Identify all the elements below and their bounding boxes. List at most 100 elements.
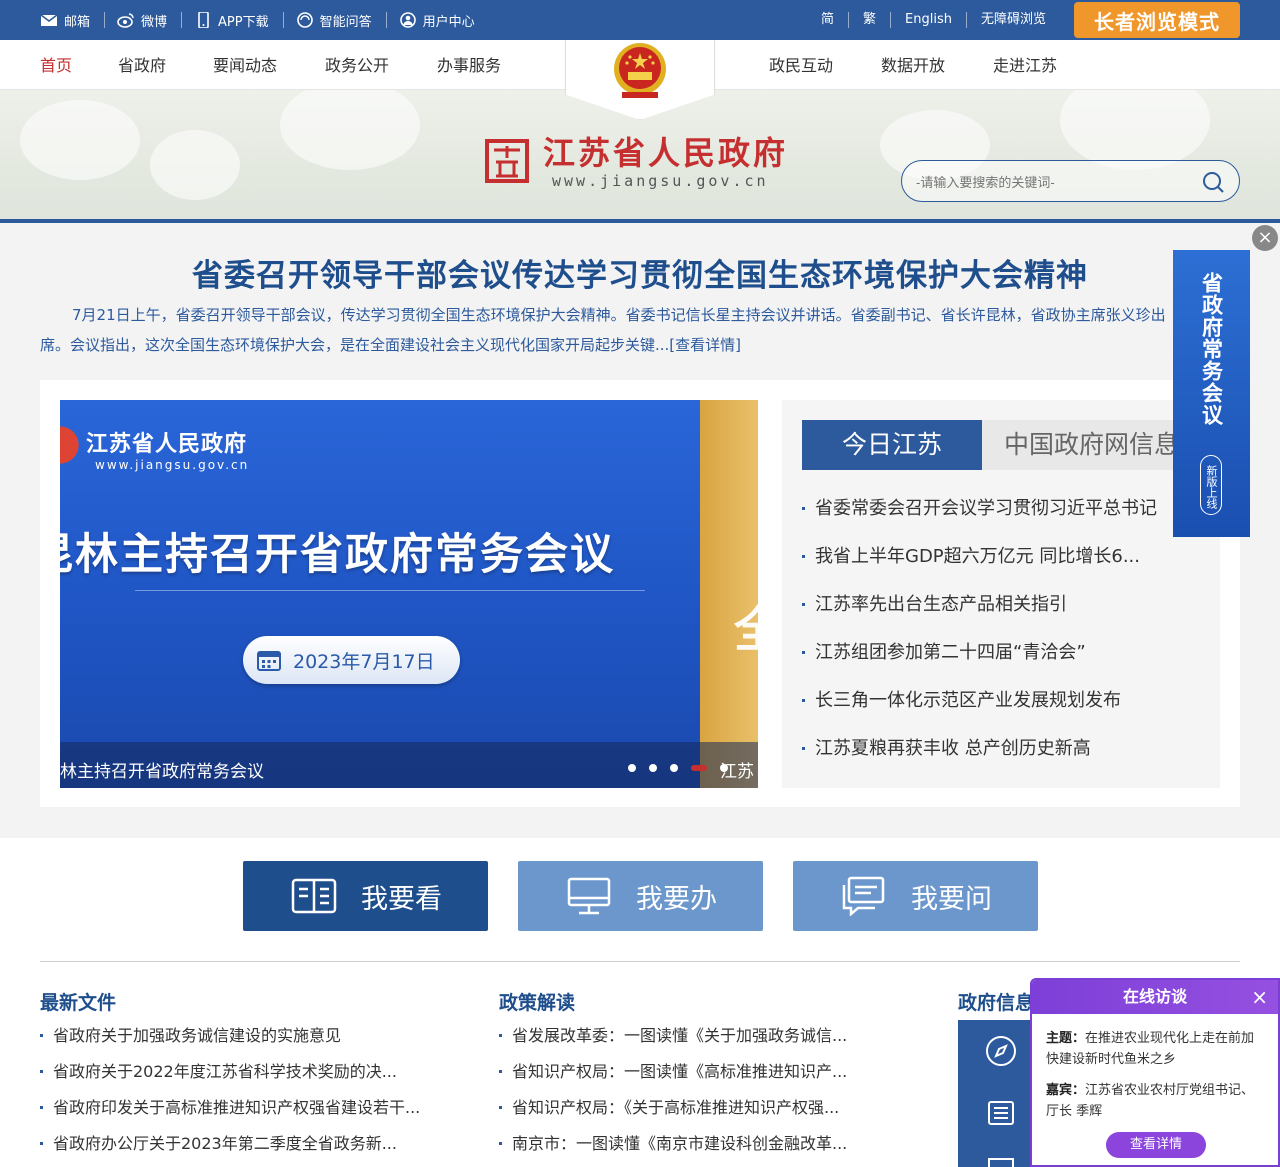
carousel-dot-active[interactable] — [691, 765, 707, 771]
headline-title[interactable]: 省委召开领导干部会议传达学习贯彻全国生态环境保护大会精神 — [0, 250, 1280, 295]
latest-docs-title[interactable]: 最新文件 — [40, 988, 116, 1015]
interview-topic: 主题：在推进农业现代化上走在前加快建设新时代鱼米之乡 — [1046, 1028, 1264, 1070]
lang-english[interactable]: English — [891, 12, 967, 28]
slide-caption[interactable]: 许昆林主持召开省政府常务会议 — [60, 757, 264, 782]
slide-underline — [135, 590, 645, 591]
news-item[interactable]: 江苏夏粮再获丰收 总产创历史新高 — [802, 730, 1182, 778]
policy-interpretation-title[interactable]: 政策解读 — [499, 988, 575, 1015]
site-url: www.jiangsu.gov.cn — [552, 172, 769, 190]
user-center-label: 用户中心 — [422, 14, 475, 30]
mail-label: 邮箱 — [64, 14, 91, 30]
interview-guest-label: 嘉宾： — [1046, 1083, 1086, 1098]
interview-title: 在线访谈 — [1122, 987, 1187, 1006]
news-item[interactable]: 长三角一体化示范区产业发展规划发布 — [802, 682, 1182, 730]
news-item[interactable]: 省委常委会召开会议学习贯彻习近平总书记 — [802, 490, 1182, 538]
gov-info-title[interactable]: 政府信息公开 — [958, 988, 1030, 1015]
weibo-label: 微博 — [141, 14, 168, 30]
nav-home[interactable]: 首页 — [40, 40, 72, 90]
jiangsu-logo-icon — [485, 139, 529, 183]
national-emblem-icon — [614, 43, 666, 98]
latest-docs-list: 省政府关于加强政务诚信建设的实施意见 省政府关于2022年度江苏省科学技术奖励的… — [40, 1020, 460, 1164]
headline-summary[interactable]: 7月21日上午，省委召开领导干部会议，传达学习贯彻全国生态环境保护大会精神。省委… — [40, 300, 1180, 360]
document-icon[interactable] — [985, 1157, 1017, 1167]
message-icon — [842, 876, 885, 916]
policy-interpretation-list: 省发展改革委：一图读懂《关于加强政务诚信... 省知识产权局：一图读懂《高标准推… — [499, 1020, 869, 1164]
top-bar: 邮箱 微博 APP下载 智能问答 用户中心 简 繁 English 无障碍浏览 … — [0, 0, 1280, 40]
i-want-to-see-label: 我要看 — [361, 883, 442, 915]
nav-open-data[interactable]: 数据开放 — [881, 40, 945, 90]
i-want-to-handle-button[interactable]: 我要办 — [518, 861, 763, 931]
interview-topic-label: 主题： — [1046, 1031, 1086, 1046]
interview-details-button[interactable]: 查看详情 — [1106, 1132, 1206, 1158]
slide-title-clip: 许昆林主持召开省政府常务会议 — [60, 400, 700, 740]
policy-item[interactable]: 省知识产权局：一图读懂《高标准推进知识产... — [499, 1056, 869, 1092]
float-banner-exec-meeting[interactable]: 省政府常务会议 新版上线 — [1173, 250, 1250, 537]
policy-item[interactable]: 南京市：一图读懂《南京市建设科创金融改革... — [499, 1128, 869, 1164]
carousel-dot[interactable] — [628, 764, 636, 772]
compass-icon[interactable] — [985, 1035, 1017, 1067]
policy-item[interactable]: 省发展改革委：一图读懂《关于加强政务诚信... — [499, 1020, 869, 1056]
i-want-to-handle-label: 我要办 — [636, 883, 717, 915]
elder-mode-button[interactable]: 长者浏览模式 — [1074, 2, 1240, 38]
carousel-dot[interactable] — [720, 764, 728, 772]
carousel-dot[interactable] — [670, 764, 678, 772]
weibo-link[interactable]: 微博 — [117, 12, 183, 30]
online-interview-popup: 在线访谈 × 主题：在推进农业现代化上走在前加快建设新时代鱼米之乡 嘉宾：江苏省… — [1030, 978, 1280, 1167]
site-title: 江苏省人民政府 — [543, 134, 789, 172]
lang-simplified[interactable]: 简 — [807, 12, 850, 28]
weibo-icon — [117, 13, 134, 28]
carousel-dot[interactable] — [649, 764, 657, 772]
news-item[interactable]: 江苏率先出台生态产品相关指引 — [802, 586, 1182, 634]
i-want-to-see-button[interactable]: 我要看 — [243, 861, 488, 931]
float-close-button[interactable]: × — [1252, 225, 1278, 251]
doc-item[interactable]: 省政府办公厅关于2023年第二季度全省政务新... — [40, 1128, 460, 1164]
slide-caption-clip: 许昆林主持召开省政府常务会议 — [60, 742, 700, 788]
mail-icon — [40, 14, 58, 26]
section-divider — [40, 961, 1240, 962]
search-input[interactable] — [916, 171, 1186, 193]
nav-interaction[interactable]: 政民互动 — [769, 40, 833, 90]
nav-about-jiangsu[interactable]: 走进江苏 — [993, 40, 1057, 90]
smart-qa-link[interactable]: 智能问答 — [296, 12, 387, 30]
tab-china-gov-info[interactable]: 中国政府网信息 — [982, 420, 1202, 470]
interview-close-icon[interactable]: × — [1251, 980, 1268, 1014]
news-list: 省委常委会召开会议学习贯彻习近平总书记 我省上半年GDP超六万亿元 同比增长6.… — [802, 490, 1182, 778]
news-item[interactable]: 我省上半年GDP超六万亿元 同比增长6... — [802, 538, 1182, 586]
interview-header: 在线访谈 × — [1032, 980, 1278, 1014]
computer-icon — [567, 877, 611, 915]
nav-provincial-gov[interactable]: 省政府 — [118, 40, 166, 90]
chat-icon — [296, 12, 313, 28]
app-download-label: APP下载 — [218, 14, 269, 30]
user-center-link[interactable]: 用户中心 — [399, 12, 489, 30]
carousel-next-char: 全 — [734, 602, 783, 658]
float-banner-title: 省政府常务会议 — [1199, 272, 1224, 426]
i-want-to-ask-button[interactable]: 我要问 — [793, 861, 1038, 931]
nav-gov-affairs[interactable]: 政务公开 — [325, 40, 389, 90]
banner-decoration — [20, 100, 140, 180]
top-bar-links: 邮箱 微博 APP下载 智能问答 用户中心 — [40, 0, 501, 40]
nav-news[interactable]: 要闻动态 — [213, 40, 277, 90]
app-download-link[interactable]: APP下载 — [194, 12, 284, 30]
accessibility-link[interactable]: 无障碍浏览 — [967, 12, 1060, 28]
doc-item[interactable]: 省政府关于加强政务诚信建设的实施意见 — [40, 1020, 460, 1056]
search-icon[interactable] — [1201, 170, 1225, 194]
banner-decoration — [150, 130, 240, 200]
banner-decoration — [1060, 90, 1210, 170]
user-icon — [399, 12, 416, 28]
carousel-dots — [628, 764, 728, 772]
doc-item[interactable]: 省政府印发关于高标准推进知识产权强省建设若干... — [40, 1092, 460, 1128]
mail-link[interactable]: 邮箱 — [40, 12, 106, 30]
policy-item[interactable]: 省知识产权局：《关于高标准推进知识产权强... — [499, 1092, 869, 1128]
lang-traditional[interactable]: 繁 — [849, 12, 892, 28]
list-icon[interactable] — [985, 1097, 1017, 1129]
doc-item[interactable]: 省政府关于2022年度江苏省科学技术奖励的决... — [40, 1056, 460, 1092]
search-box — [901, 160, 1240, 202]
slide-date-badge: 2023年7月17日 — [243, 636, 460, 684]
calendar-icon — [257, 651, 281, 671]
float-banner-badge: 新版上线 — [1200, 455, 1222, 515]
nav-services[interactable]: 办事服务 — [437, 40, 501, 90]
interview-guest: 嘉宾：江苏省农业农村厅党组书记、厅长 季辉 — [1046, 1080, 1264, 1122]
news-item[interactable]: 江苏组团参加第二十四届“青洽会” — [802, 634, 1182, 682]
tab-today-jiangsu[interactable]: 今日江苏 — [802, 420, 982, 470]
smart-qa-label: 智能问答 — [319, 14, 372, 30]
